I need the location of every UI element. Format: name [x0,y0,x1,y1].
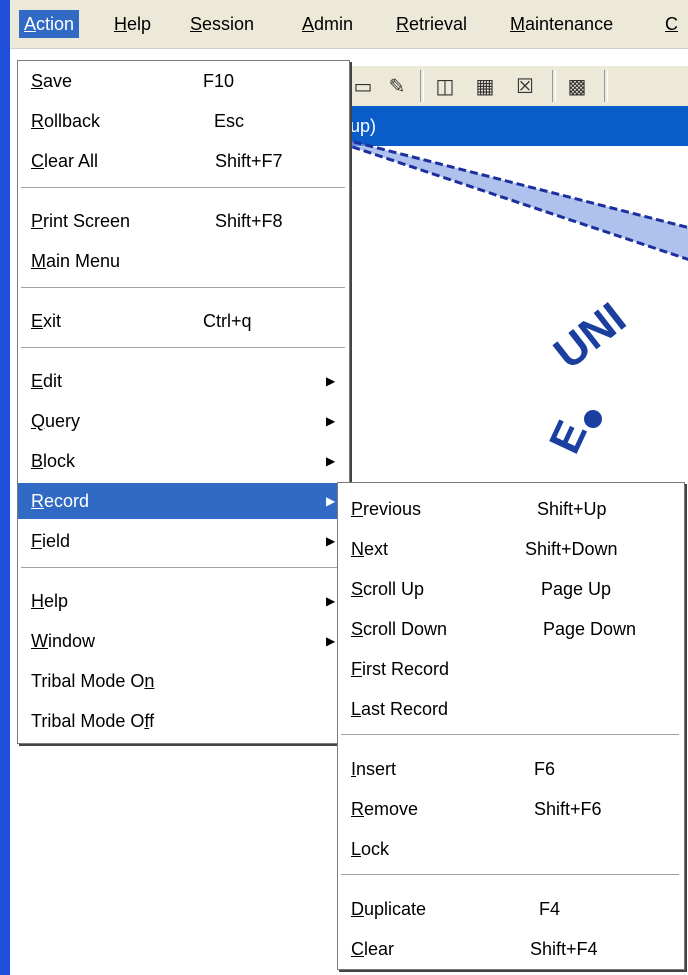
submenu-arrow-icon: ▶ [326,494,336,508]
menu-item-rollback[interactable]: Rollback Esc [18,103,349,139]
copy-icon[interactable]: ▭ [348,71,378,101]
menu-admin-label: dmin [314,14,354,34]
shortcut-clear: Shift+F4 [530,939,598,959]
menu-maintenance-mnemonic: M [510,14,525,34]
menu-item-help[interactable]: Help ▶ [18,583,349,619]
submenu-arrow-icon: ▶ [326,454,336,468]
menu-item-remove[interactable]: Remove Shift+F6 [338,791,684,827]
menu-item-scroll-up[interactable]: Scroll Up Page Up [338,571,684,607]
menu-item-first-record[interactable]: First Record [338,651,684,687]
window-title-bar: up) [348,106,688,146]
submenu-arrow-icon: ▶ [326,414,336,428]
menu-item-block[interactable]: Block ▶ [18,443,349,479]
seal-dot [584,410,602,428]
menu-maintenance[interactable]: Maintenance [505,10,618,38]
shortcut-print-screen: Shift+F8 [215,211,283,231]
menu-action-mnemonic: A [24,14,37,34]
menu-bar: Action Help Session Admin Retrieval Main… [10,0,688,49]
shortcut-clear-all: Shift+F7 [215,151,283,171]
menu-item-previous[interactable]: Previous Shift+Up [338,491,684,527]
database-icon[interactable]: ▦ [470,71,500,101]
action-menu: Save F10 Rollback Esc Clear All Shift+F7 Pr… [17,60,350,744]
menu-retrieval[interactable]: Retrieval [391,10,472,38]
shortcut-rollback: Esc [214,111,245,131]
window-left-edge [0,0,10,975]
menu-item-tribal-mode-on[interactable]: Tribal Mode On [18,663,349,699]
menu-item-exit[interactable]: Exit Ctrl+q [18,303,349,339]
menu-admin-mnemonic: A [302,14,315,34]
menu-item-clear-all[interactable]: Clear All Shift+F7 [18,143,349,179]
menu-item-clear[interactable]: Clear Shift+F4 [338,931,684,967]
menu-separator [21,287,345,289]
paste-icon[interactable]: ✎ [382,71,412,101]
menu-item-query[interactable]: Query ▶ [18,403,349,439]
menu-item-lock[interactable]: Lock [338,831,684,867]
menu-separator [21,567,345,569]
menu-action-label: ction [36,14,75,34]
menu-separator [21,347,345,349]
toolbar-separator [604,70,608,102]
menu-item-print-screen[interactable]: Print Screen Shift+F8 [18,203,349,239]
menu-retrieval-mnemonic: R [396,14,409,34]
menu-separator [341,734,679,736]
menu-admin[interactable]: Admin [297,10,358,38]
shortcut-scroll-down: Page Down [543,619,637,639]
menu-item-last-record[interactable]: Last Record [338,691,684,727]
menu-item-record[interactable]: Record ▶ [18,483,349,519]
shortcut-duplicate: F4 [539,899,561,919]
clear-query-icon[interactable]: ☒ [510,71,540,101]
shortcut-insert: F6 [534,759,556,779]
menu-item-tribal-mode-off[interactable]: Tribal Mode Off [18,703,349,739]
menu-session-mnemonic: S [190,14,203,34]
menu-item-edit[interactable]: Edit ▶ [18,363,349,399]
shortcut-save: F10 [203,71,235,91]
shortcut-next: Shift+Down [525,539,618,559]
menu-help-mnemonic: H [114,14,127,34]
menu-retrieval-label: etrieval [409,14,468,34]
toolbar: ▭ ✎ ◫ ▦ ☒ ▩ [348,66,688,106]
menu-item-field[interactable]: Field ▶ [18,523,349,559]
shortcut-scroll-up: Page Up [541,579,612,599]
submenu-arrow-icon: ▶ [326,374,336,388]
menu-maintenance-label: aintenance [525,14,614,34]
menu-c[interactable]: C [660,10,683,38]
menu-session-label: ession [202,14,255,34]
menu-item-main-menu[interactable]: Main Menu [18,243,349,279]
menu-item-save[interactable]: Save F10 [18,63,349,99]
menu-separator [21,187,345,189]
submenu-arrow-icon: ▶ [326,534,336,548]
menu-action[interactable]: Action [19,10,80,38]
menu-item-window[interactable]: Window ▶ [18,623,349,659]
menu-item-scroll-down[interactable]: Scroll Down Page Down [338,611,684,647]
menu-item-next[interactable]: Next Shift+Down [338,531,684,567]
record-submenu: Previous Shift+Up Next Shift+Down Scroll U… [337,482,685,970]
shortcut-previous: Shift+Up [537,499,607,519]
window-title: up) [350,116,377,136]
menu-item-insert[interactable]: Insert F6 [338,751,684,787]
toolbar-separator [420,70,424,102]
menu-separator [341,874,679,876]
submenu-arrow-icon: ▶ [326,594,336,608]
submenu-arrow-icon: ▶ [326,634,336,648]
query-help-icon[interactable]: ◫ [430,71,460,101]
menu-help-label: elp [127,14,152,34]
toolbar-separator [552,70,556,102]
menu-help[interactable]: Help [109,10,156,38]
shortcut-exit: Ctrl+q [203,311,252,331]
shortcut-remove: Shift+F6 [534,799,602,819]
calculator-icon[interactable]: ▩ [562,71,592,101]
menu-c-mnemonic: C [665,14,678,34]
menu-item-duplicate[interactable]: Duplicate F4 [338,891,684,927]
menu-session[interactable]: Session [185,10,259,38]
